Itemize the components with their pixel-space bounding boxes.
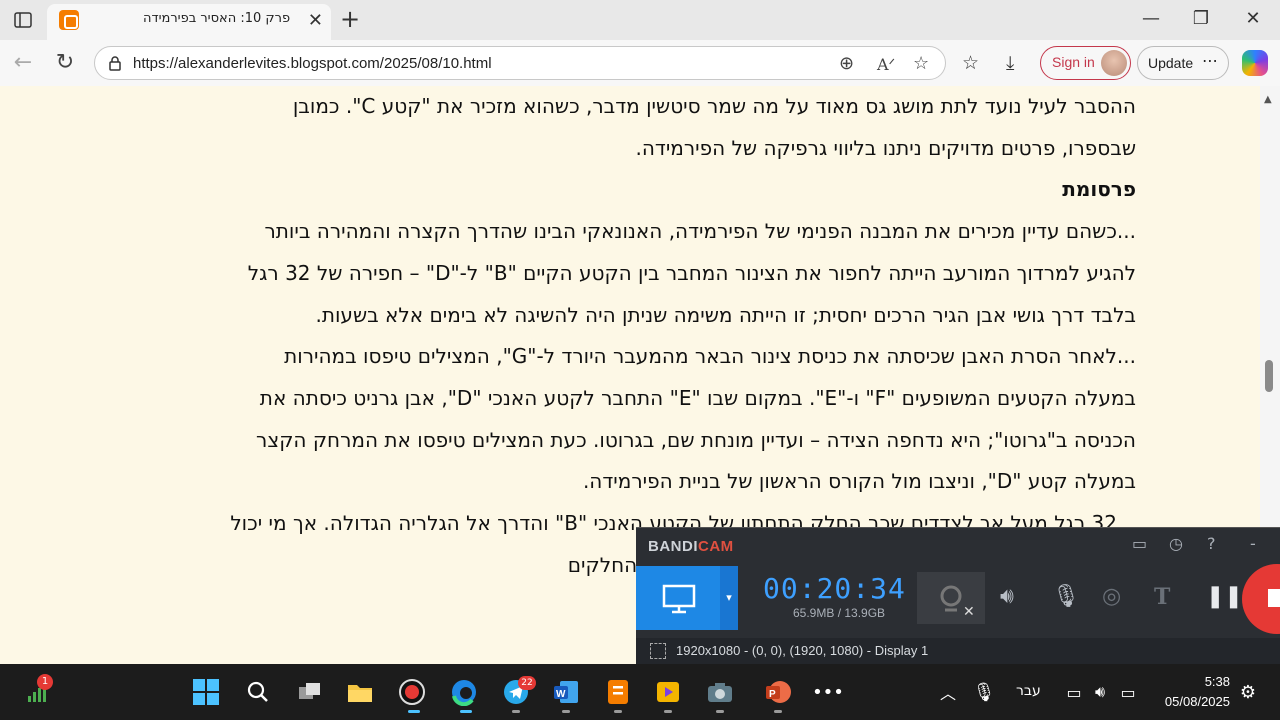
task-view-icon[interactable] [294, 676, 326, 708]
avatar [1101, 50, 1127, 76]
telegram-running-indicator [512, 710, 520, 713]
clock-time[interactable]: 5:38 [1194, 674, 1230, 689]
weather-badge: 1 [37, 674, 53, 690]
language-indicator[interactable]: עבר [1016, 683, 1041, 699]
svg-text:P: P [769, 689, 776, 700]
clock-date[interactable]: 05/08/2025 [1156, 694, 1230, 709]
screen-mode-button[interactable] [636, 566, 720, 630]
favorites-icon[interactable]: ☆ [962, 52, 979, 74]
powerpoint-running-indicator [774, 710, 782, 713]
edge-running-indicator [460, 710, 472, 713]
browser-toolbar: ← ↻ https://alexanderlevites.blogspot.co… [0, 40, 1280, 86]
video-editor-icon[interactable] [652, 676, 684, 708]
site-info-icon[interactable] [107, 55, 123, 71]
camera-running-indicator [716, 710, 724, 713]
search-icon[interactable] [242, 676, 274, 708]
bandicam-window: BANDICAM ▭ ◷ ? - ▾ 00:20:34 65.9MB / 13.… [636, 527, 1280, 665]
blogger-favicon-icon [59, 10, 79, 30]
article-line: ההסבר לעיל נועד לתת מושג גס מאוד על מה ש… [292, 94, 1136, 118]
recording-timer: 00:20:34 [763, 572, 906, 605]
tab-title: פרק 10: האסיר בפירמידה [143, 11, 291, 26]
webcam-toggle[interactable]: ✕ [917, 572, 985, 624]
battery-icon[interactable]: ▭ [1112, 676, 1144, 708]
article-line: הכניסה ב"גרוטו"; היא נדחפה הצידה – ועדיי… [256, 427, 1136, 452]
article-line: במעלה קטע "D", וניצבו מול הקורס הראשון ש… [582, 469, 1136, 494]
start-button[interactable] [190, 676, 222, 708]
bandicam-logo: BANDICAM [648, 538, 734, 555]
powerpoint-icon[interactable]: P [762, 676, 794, 708]
word-running-indicator [562, 710, 570, 713]
more-icon[interactable]: ⋯ [1202, 51, 1218, 70]
update-label: Update [1148, 55, 1194, 71]
copilot-icon[interactable] [1242, 50, 1268, 76]
capture-area-bar: 1920x1080 - (0, 0), (1920, 1080) - Displ… [636, 638, 1280, 665]
restore-button[interactable]: ❐ [1186, 8, 1216, 29]
notification-icon[interactable]: ⚙︎ [1232, 676, 1264, 708]
capture-area-text: 1920x1080 - (0, 0), (1920, 1080) - Displ… [676, 643, 929, 658]
section-heading: פרסומת [1062, 177, 1136, 202]
scroll-up-icon[interactable]: ▲ [1264, 94, 1272, 105]
video-editor-running-indicator [664, 710, 672, 713]
back-button[interactable]: ← [10, 50, 36, 76]
zoom-icon[interactable]: ⊕ [839, 53, 854, 74]
microphone-tray-icon[interactable]: 🎙︎ [968, 676, 1000, 708]
scroll-thumb[interactable] [1265, 360, 1273, 392]
stop-icon [1268, 589, 1280, 607]
close-window-button[interactable]: ✕ [1238, 8, 1268, 29]
taskbar: 1 22 W P ••• ︿ 🎙︎ עבר ▭ 🔊︎ ▭ 5:38 05/08/… [0, 664, 1280, 720]
more-apps-icon[interactable]: ••• [812, 676, 844, 708]
cursor-effect-icon[interactable]: ◎ [1102, 584, 1121, 609]
bandicam-running-indicator [408, 710, 420, 713]
telegram-badge: 22 [518, 676, 536, 690]
folder-icon[interactable]: ▭ [1132, 534, 1147, 553]
tab-close-icon[interactable]: ✕ [308, 10, 323, 31]
windows-logo-icon [193, 679, 219, 705]
file-explorer-icon[interactable] [344, 676, 376, 708]
bandicam-logo-main: BANDI [648, 538, 698, 555]
blogger-running-indicator [614, 710, 622, 713]
article-line: ...כשהם עדיין מכירים את המבנה הפנימי של … [264, 219, 1136, 244]
article-line: במעלה הקטעים המשופעים "F" ו-"E". במקום ש… [259, 385, 1136, 410]
word-icon[interactable]: W [550, 676, 582, 708]
stop-recording-button[interactable] [1242, 564, 1280, 634]
sign-in-label: Sign in [1052, 54, 1095, 70]
tab-active[interactable]: פרק 10: האסיר בפירמידה ✕ [47, 4, 331, 40]
minimize-icon[interactable]: - [1250, 534, 1256, 553]
article-line: להגיע למרדוך המורעב הייתה לחפור את הצינו… [247, 260, 1136, 285]
blogger-app-icon[interactable] [602, 676, 634, 708]
read-aloud-icon[interactable]: Aᐟ [877, 55, 895, 74]
pause-icon[interactable]: ❚❚ [1206, 584, 1243, 609]
help-icon[interactable]: ? [1207, 534, 1216, 553]
tab-strip: פרק 10: האסיר בפירמידה ✕ + — ❐ ✕ [0, 0, 1280, 40]
update-button[interactable]: Update ⋯ [1137, 46, 1229, 80]
edge-browser-icon[interactable] [448, 676, 480, 708]
favorite-star-icon[interactable]: ☆ [913, 53, 929, 74]
url-text[interactable]: https://alexanderlevites.blogspot.com/20… [133, 55, 492, 72]
text-overlay-icon[interactable]: T [1154, 584, 1170, 610]
refresh-button[interactable]: ↻ [52, 50, 78, 76]
article-line: שבספרו, פרטים מדויקים ניתנו בליווי גרפיק… [635, 135, 1136, 160]
bandicam-app-icon[interactable] [396, 676, 428, 708]
downloads-icon[interactable]: ⤓ [1006, 52, 1014, 74]
bandicam-logo-accent: CAM [698, 538, 734, 555]
speaker-icon[interactable]: 🔊︎ [1000, 584, 1014, 609]
screen-mode-dropdown-icon[interactable]: ▾ [720, 566, 738, 630]
svg-text:W: W [556, 689, 566, 700]
svg-text:✕: ✕ [963, 604, 975, 620]
new-tab-button[interactable]: + [340, 5, 360, 33]
address-bar[interactable]: https://alexanderlevites.blogspot.com/20… [94, 46, 946, 80]
schedule-icon[interactable]: ◷ [1169, 534, 1183, 553]
article-line: ...לאחר הסרת האבן שכיסתה את כניסת צינור … [284, 344, 1136, 369]
camera-icon[interactable] [704, 676, 736, 708]
tab-actions-icon[interactable] [10, 8, 36, 32]
minimize-button[interactable]: — [1136, 8, 1166, 29]
sign-in-button[interactable]: Sign in [1040, 46, 1131, 80]
capture-area-icon[interactable] [650, 643, 666, 659]
microphone-icon[interactable]: 🎙︎ [1052, 584, 1080, 609]
show-hidden-icons-icon[interactable]: ︿ [932, 676, 964, 708]
file-size: 65.9MB / 13.9GB [793, 606, 886, 620]
article-line: בלבד דרך גושי אבן הגיר הרכים יחסית; זו ה… [315, 302, 1136, 327]
